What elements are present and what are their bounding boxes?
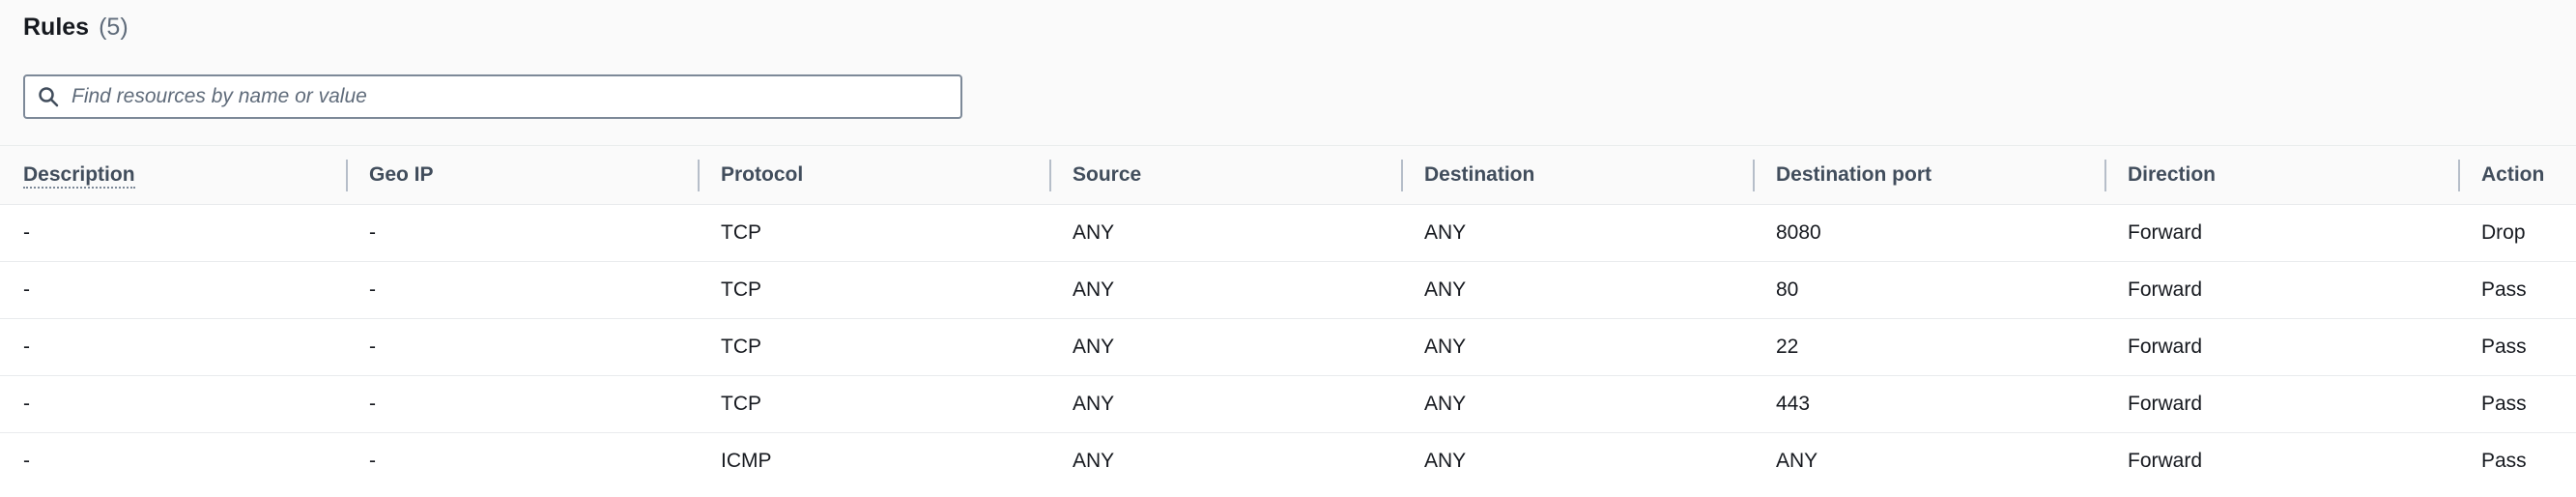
cell-action: Pass [2481,450,2527,473]
cell-description: - [23,278,30,301]
cell-geo-ip: - [369,450,376,473]
column-header-label: Destination [1424,163,1535,186]
page-title: Rules [23,14,90,41]
cell-description: - [23,450,30,473]
cell-destination: ANY [1424,221,1467,244]
cell-direction: Forward [2128,393,2203,415]
cell-description: - [23,393,30,415]
table-row: - - TCP ANY ANY 22 Forward Pass [0,318,2576,376]
rules-header: Rules (5) [23,14,129,42]
cell-action: Pass [2481,278,2527,301]
cell-direction: Forward [2128,450,2203,473]
column-divider[interactable] [1049,160,1051,191]
cell-direction: Forward [2128,278,2203,301]
table-row: - - ICMP ANY ANY ANY Forward Pass [0,432,2576,490]
cell-protocol: TCP [721,221,761,244]
column-header-action[interactable]: Action [2458,145,2576,205]
cell-destination-port: 8080 [1776,221,1821,244]
cell-geo-ip: - [369,278,376,301]
column-header-destination[interactable]: Destination [1401,145,1753,205]
cell-action: Pass [2481,393,2527,415]
cell-destination-port: 443 [1776,393,1811,415]
column-header-label: Protocol [721,163,804,186]
column-header-label: Destination port [1776,163,1932,186]
column-divider[interactable] [1401,160,1403,191]
cell-description: - [23,221,30,244]
cell-destination: ANY [1424,278,1467,301]
cell-protocol: TCP [721,278,761,301]
cell-destination: ANY [1424,450,1467,473]
column-header-geo-ip[interactable]: Geo IP [346,145,698,205]
cell-destination-port: 22 [1776,336,1799,358]
cell-source: ANY [1073,336,1115,358]
cell-source: ANY [1073,278,1115,301]
cell-destination-port: ANY [1776,450,1818,473]
cell-geo-ip: - [369,336,376,358]
cell-direction: Forward [2128,221,2203,244]
table-header-row: Description Geo IP Protocol Source Desti… [0,145,2576,205]
rules-count: (5) [99,14,129,41]
cell-protocol: TCP [721,336,761,358]
cell-source: ANY [1073,221,1115,244]
cell-geo-ip: - [369,221,376,244]
cell-geo-ip: - [369,393,376,415]
cell-source: ANY [1073,450,1115,473]
column-header-label: Geo IP [369,163,434,186]
cell-destination: ANY [1424,336,1467,358]
column-header-label: Action [2481,163,2545,186]
cell-direction: Forward [2128,336,2203,358]
rules-panel: Rules (5) Description [0,0,2576,490]
search-box[interactable] [23,74,962,119]
column-divider[interactable] [346,160,348,191]
table-row: - - TCP ANY ANY 443 Forward Pass [0,375,2576,433]
column-divider[interactable] [1753,160,1755,191]
column-header-destination-port[interactable]: Destination port [1753,145,2104,205]
cell-protocol: ICMP [721,450,772,473]
table-row: - - TCP ANY ANY 80 Forward Pass [0,261,2576,319]
column-header-label: Direction [2128,163,2217,186]
cell-source: ANY [1073,393,1115,415]
column-header-label: Description [23,163,135,189]
column-divider[interactable] [698,160,700,191]
column-divider[interactable] [2104,160,2106,191]
cell-protocol: TCP [721,393,761,415]
cell-description: - [23,336,30,358]
cell-destination-port: 80 [1776,278,1799,301]
rules-table: Description Geo IP Protocol Source Desti… [0,145,2576,490]
column-header-direction[interactable]: Direction [2104,145,2458,205]
table-row: - - TCP ANY ANY 8080 Forward Drop [0,204,2576,262]
column-header-source[interactable]: Source [1049,145,1401,205]
cell-destination: ANY [1424,393,1467,415]
column-header-protocol[interactable]: Protocol [698,145,1049,205]
column-divider[interactable] [2458,160,2460,191]
cell-action: Drop [2481,221,2526,244]
column-header-label: Source [1073,163,1142,186]
column-header-description[interactable]: Description [0,145,346,205]
search-icon [37,85,60,108]
search-input[interactable] [72,85,941,108]
cell-action: Pass [2481,336,2527,358]
